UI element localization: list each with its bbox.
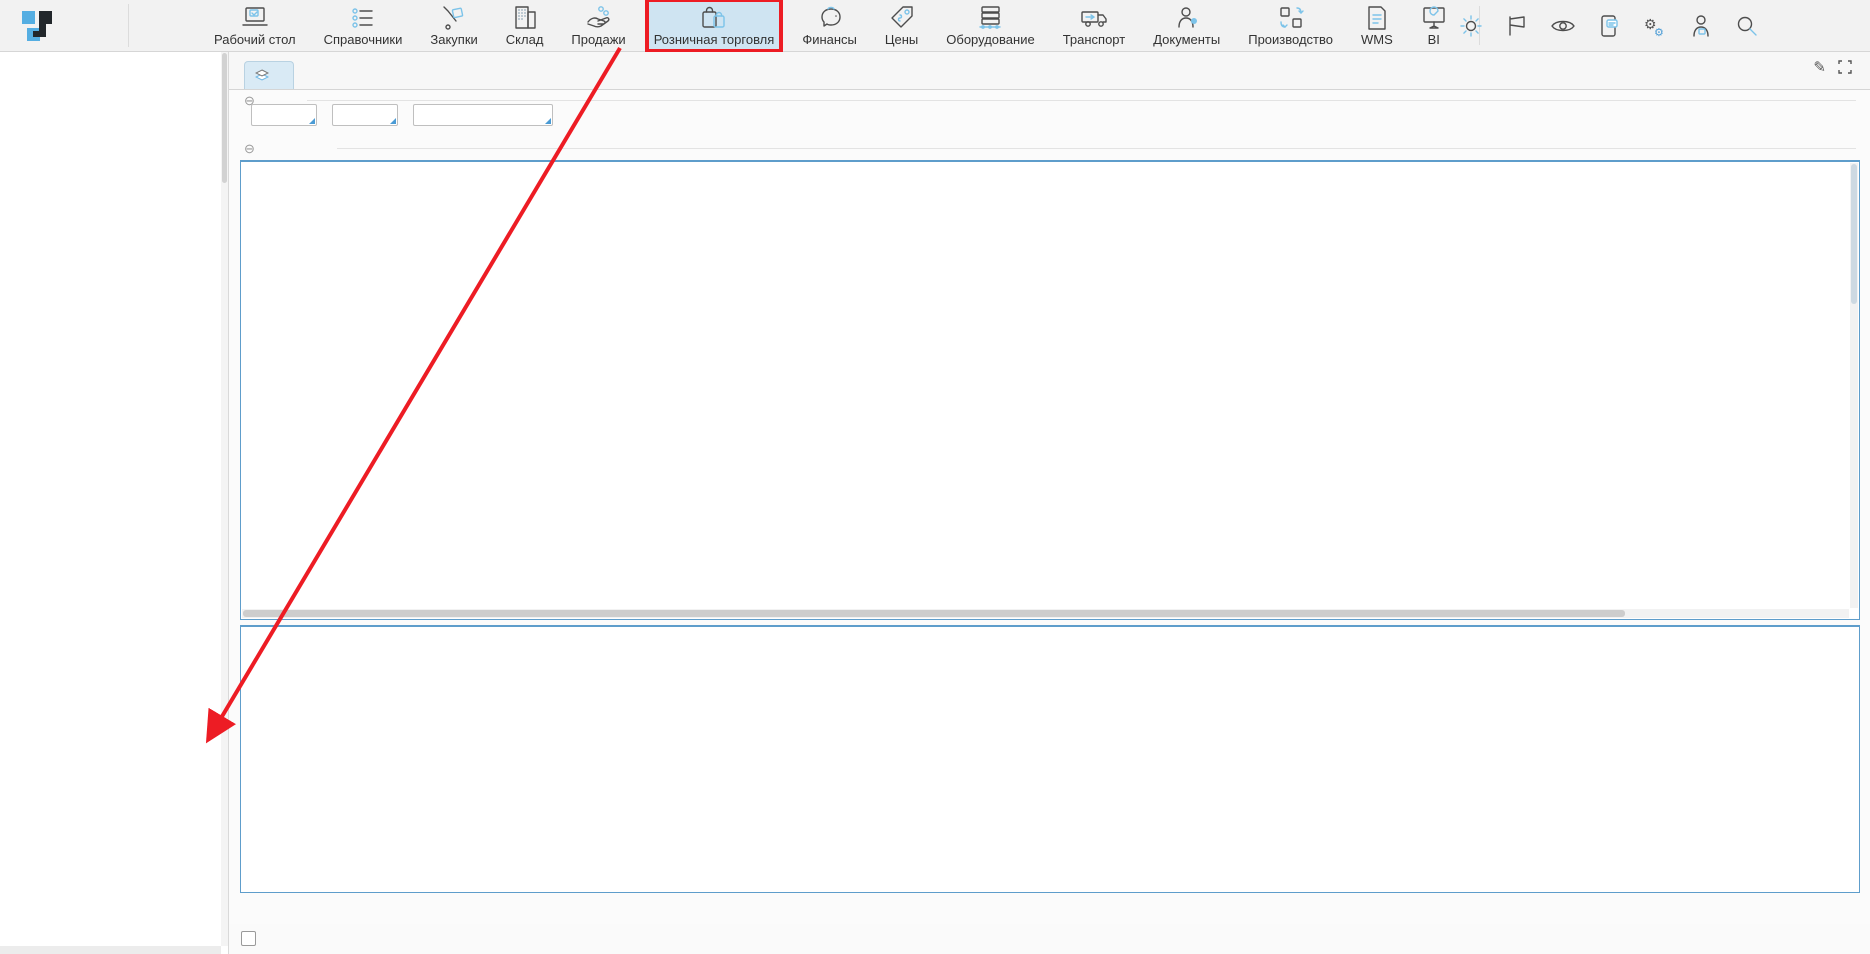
adjust-checkbox-row[interactable] (241, 931, 262, 946)
retail-icon (699, 5, 729, 31)
menu-item-sales[interactable]: Продажи (565, 1, 631, 50)
acts-table (240, 160, 1860, 620)
warehouse-icon (511, 5, 539, 31)
menu-item-desktop[interactable]: Рабочий стол (208, 1, 302, 50)
documents-icon (1174, 5, 1200, 31)
menu-item-retail[interactable]: Розничная торговля (648, 1, 781, 50)
menu-item-label: WMS (1361, 32, 1393, 47)
store-input[interactable] (413, 104, 553, 126)
menu-item-bi[interactable]: BI (1415, 1, 1453, 50)
menu-item-label: Цены (885, 32, 918, 47)
bi-icon (1421, 5, 1447, 31)
equipment-icon (976, 5, 1004, 31)
settings-icon[interactable]: ⚙⚙ (1642, 13, 1668, 39)
filters-row (244, 104, 596, 126)
sidebar-scrollbar[interactable] (221, 52, 228, 946)
collapse-icon[interactable]: ⊖ (244, 141, 255, 157)
document-tabstrip: ✎ (229, 52, 1870, 90)
date-to-input[interactable] (332, 104, 398, 126)
menu-item-label: Документы (1153, 32, 1220, 47)
layers-icon (255, 69, 269, 82)
menu-item-label: Закупки (430, 32, 477, 47)
svg-text:⚙: ⚙ (1654, 27, 1664, 39)
finance-icon (816, 5, 844, 31)
edit-icon[interactable]: ✎ (1813, 58, 1826, 76)
application-window: Рабочий стол Справочники Закупки Склад Прода… (0, 0, 1870, 954)
adjust-checkbox[interactable] (241, 931, 256, 946)
prices-icon (889, 5, 915, 31)
menu-item-label: Продажи (571, 32, 625, 47)
menu-item-finance[interactable]: Финансы (796, 1, 863, 50)
acts-hscrollbar[interactable] (242, 609, 1849, 618)
menu-item-label: Рабочий стол (214, 32, 296, 47)
menu-item-purchases[interactable]: Закупки (424, 1, 483, 50)
menu-item-transport[interactable]: Транспорт (1057, 1, 1132, 50)
menu-item-label: Оборудование (946, 32, 1034, 47)
wms-icon (1365, 5, 1389, 31)
production-icon (1277, 5, 1305, 31)
view-icon[interactable] (1550, 13, 1576, 39)
utility-icons: ⚙⚙ (1458, 0, 1760, 51)
user-icon[interactable] (1688, 13, 1714, 39)
feedback-icon[interactable] (1596, 13, 1622, 39)
menu-item-label: Транспорт (1063, 32, 1126, 47)
maximize-icon[interactable] (1838, 60, 1852, 74)
navigation-sidebar (0, 52, 229, 954)
menu-item-wms[interactable]: WMS (1355, 1, 1399, 50)
menu-item-label: Склад (506, 32, 544, 47)
acts-vscrollbar[interactable] (1850, 163, 1858, 608)
main-content: ✎ ⊖ ⊖ (229, 52, 1870, 954)
menu-item-production[interactable]: Производство (1242, 1, 1339, 50)
purchases-icon (440, 5, 468, 31)
flag-icon[interactable] (1504, 13, 1530, 39)
catalog-icon (349, 5, 377, 31)
app-logo-icon (18, 7, 56, 45)
sales-icon (585, 5, 613, 31)
menu-item-label: Финансы (802, 32, 857, 47)
tab-acts-revaluation[interactable] (244, 61, 294, 89)
sidebar-hscrollbar[interactable] (0, 946, 221, 954)
search-icon[interactable] (1734, 13, 1760, 39)
menu-item-warehouse[interactable]: Склад (500, 1, 550, 50)
menu-item-label: Справочники (324, 32, 403, 47)
menu-item-equipment[interactable]: Оборудование (940, 1, 1040, 50)
acts-group-label: ⊖ (244, 141, 260, 157)
date-from-input[interactable] (251, 104, 317, 126)
theme-icon[interactable] (1458, 13, 1484, 39)
menu-item-label: Производство (1248, 32, 1333, 47)
toolbar-separator (128, 4, 129, 47)
top-toolbar: Рабочий стол Справочники Закупки Склад Прода… (0, 0, 1870, 52)
menu-item-documents[interactable]: Документы (1147, 1, 1226, 50)
bottom-bar (229, 924, 1870, 954)
desktop-icon (241, 5, 269, 31)
menu-item-label: Розничная торговля (654, 32, 775, 47)
transport-icon (1079, 5, 1109, 31)
menu-item-prices[interactable]: Цены (879, 1, 924, 50)
menu-item-label: BI (1428, 32, 1440, 47)
specification-table (240, 625, 1860, 893)
menu-item-catalog[interactable]: Справочники (318, 1, 409, 50)
main-menu: Рабочий стол Справочники Закупки Склад Прода… (208, 1, 1453, 50)
